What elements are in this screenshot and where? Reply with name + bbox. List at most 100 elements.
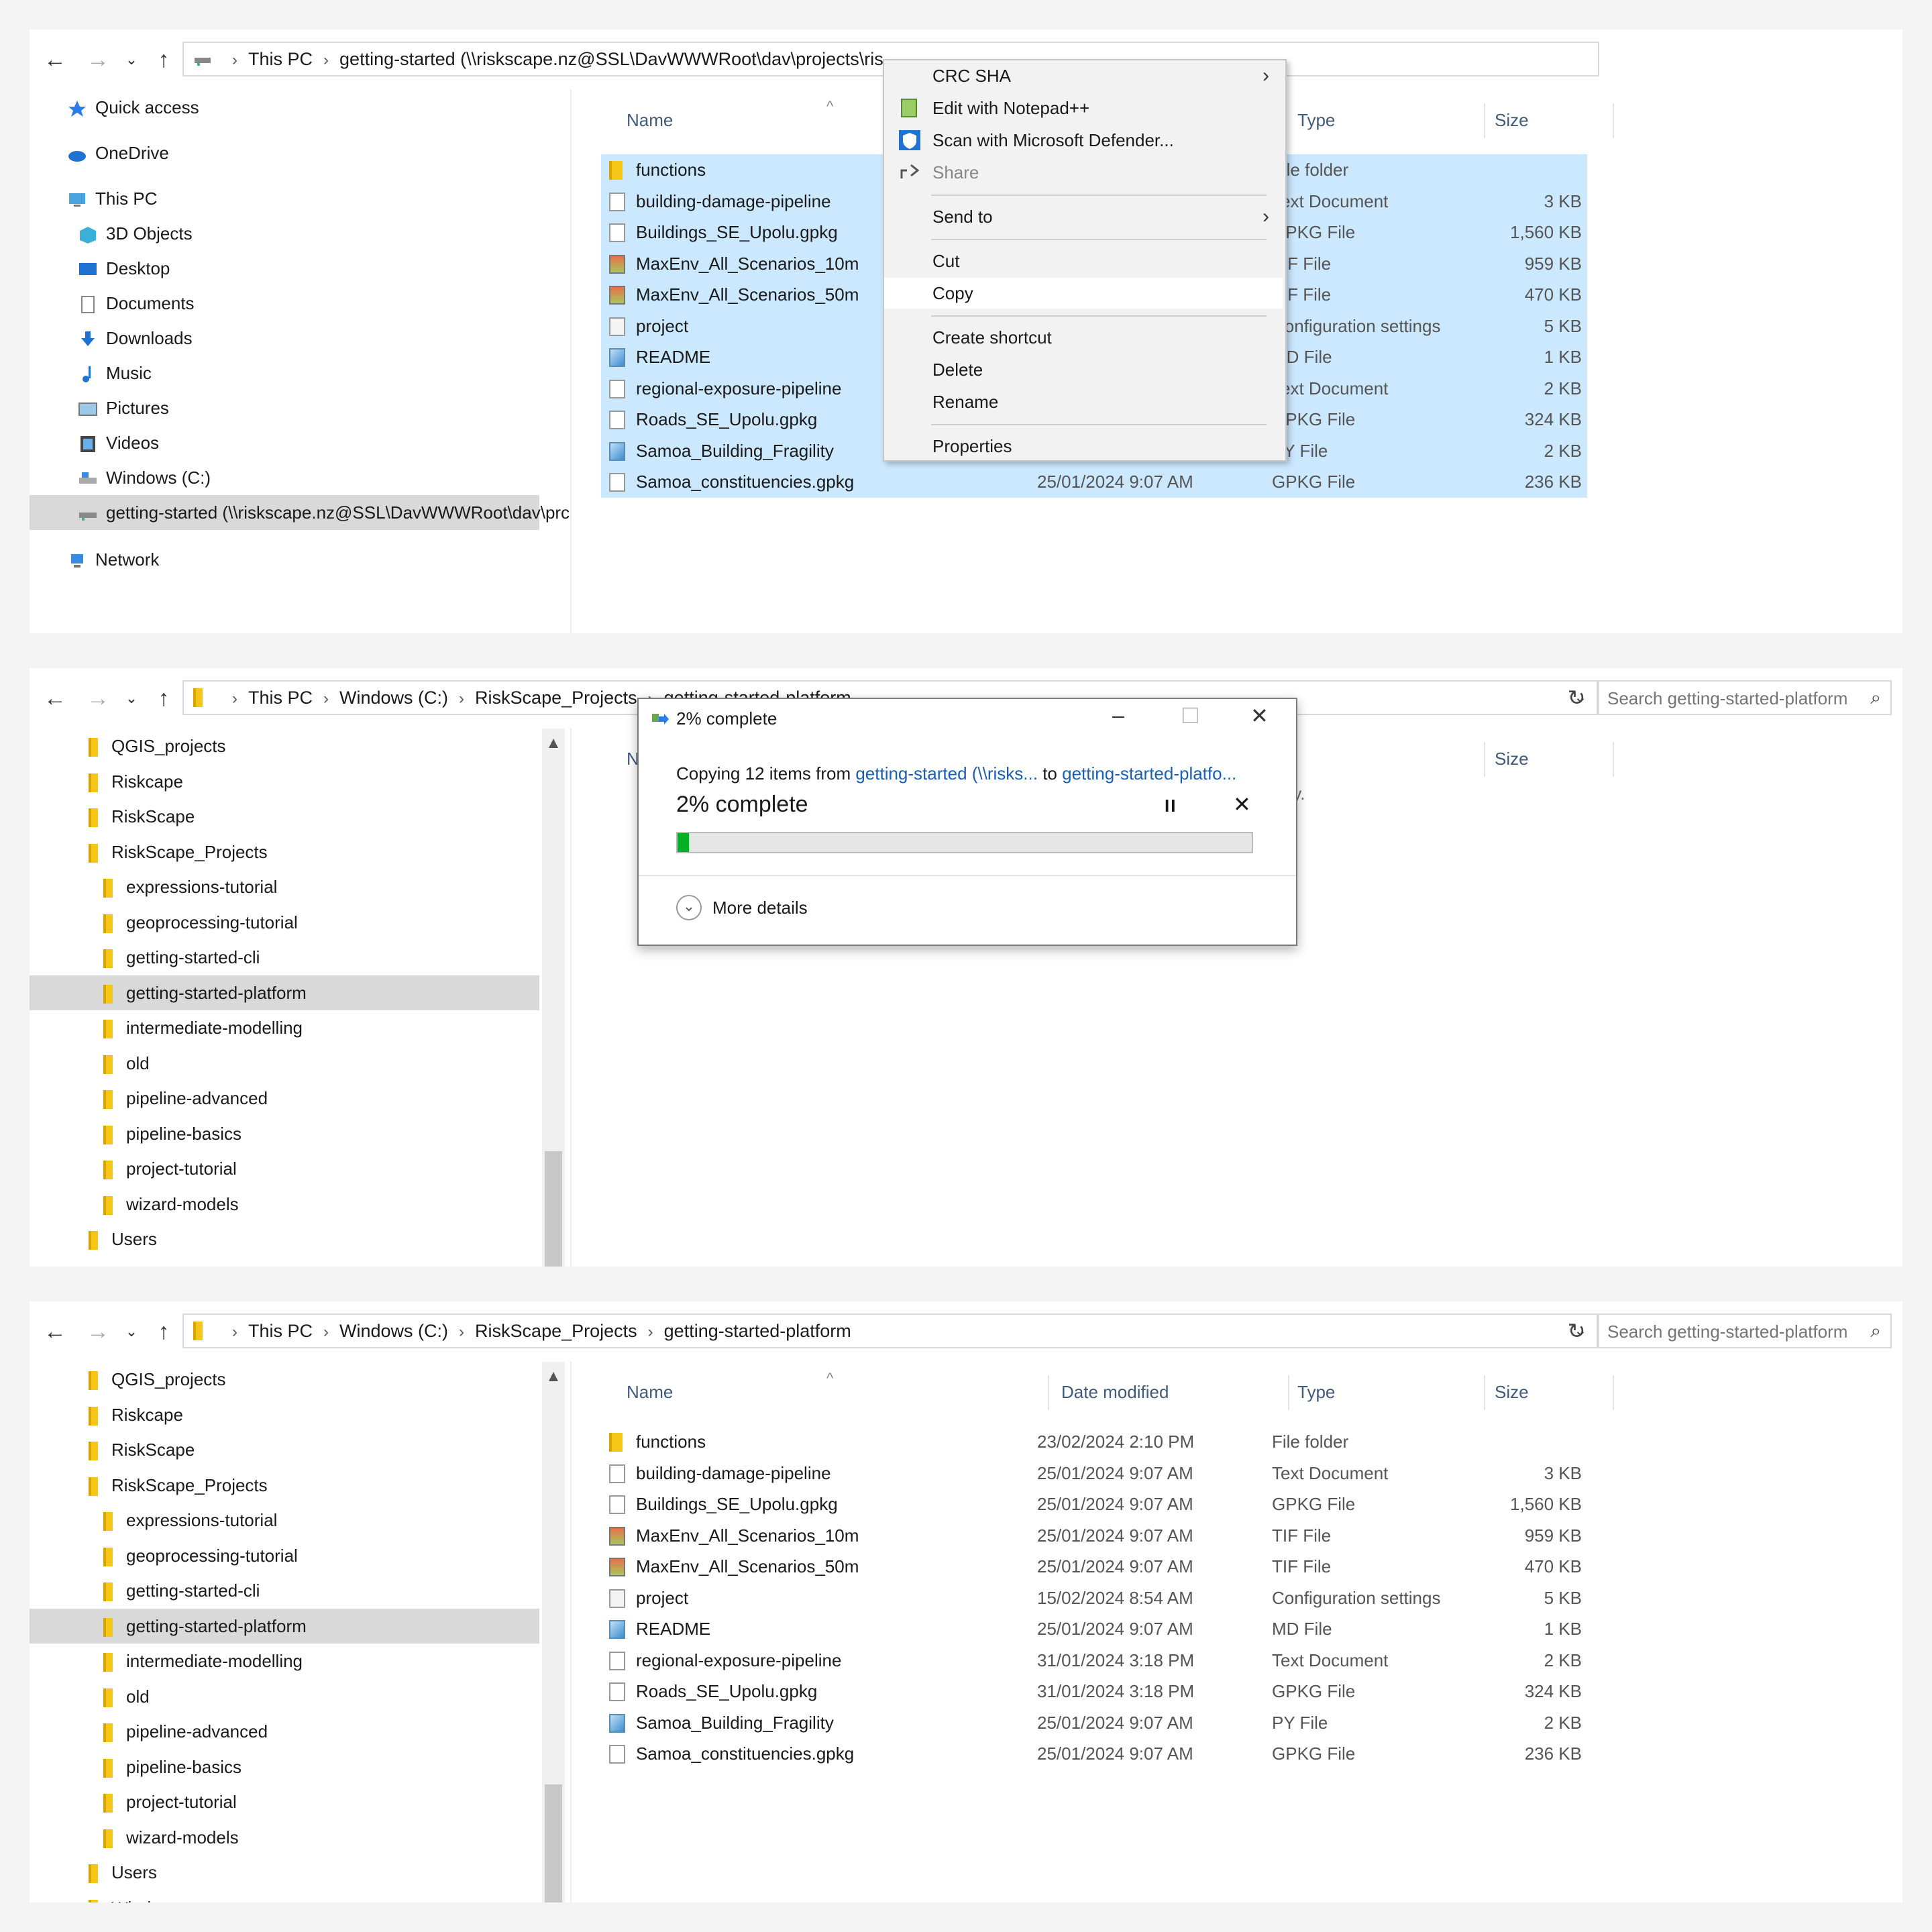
search-box[interactable]: ⌕ — [1597, 1313, 1892, 1348]
nav-pictures[interactable]: Pictures — [78, 390, 169, 425]
menu-item-copy[interactable]: Copy — [884, 278, 1283, 309]
tree-item[interactable]: pipeline-basics — [103, 1116, 241, 1151]
table-row[interactable]: Buildings_SE_Upolu.gpkg 25/01/2024 9:07 A… — [601, 1489, 1587, 1520]
address-bar[interactable]: › This PC › Windows (C:) › RiskScape_Projects… — [182, 1313, 1599, 1348]
tree-item[interactable]: getting-started-cli — [103, 1573, 260, 1608]
nav-desktop[interactable]: Desktop — [78, 251, 170, 286]
back-button[interactable]: ← — [43, 46, 67, 74]
menu-item-create-shortcut[interactable]: Create shortcut — [884, 322, 1283, 353]
column-header-date[interactable]: Date modified — [1061, 1382, 1169, 1403]
table-row[interactable]: MaxEnv_All_Scenarios_10m 25/01/2024 9:07 … — [601, 1520, 1587, 1552]
forward-button[interactable]: → — [86, 684, 110, 712]
tree-item[interactable]: Windows — [89, 1890, 182, 1902]
table-row[interactable]: Samoa_constituencies.gpkg 25/01/2024 9:07… — [601, 1738, 1587, 1770]
scroll-up-icon[interactable]: ▲ — [542, 734, 565, 753]
up-button[interactable]: ↑ — [152, 684, 176, 712]
tree-item[interactable]: Windows — [89, 1257, 182, 1267]
nav-quick-access[interactable]: Quick access — [67, 90, 199, 125]
tree-item[interactable]: Users — [89, 1222, 157, 1256]
column-header-size[interactable]: Size — [1495, 110, 1529, 131]
table-row[interactable]: building-damage-pipeline 25/01/2024 9:07 … — [601, 1458, 1587, 1489]
table-row[interactable]: Samoa_constituencies.gpkg 25/01/2024 9:07… — [601, 466, 1587, 498]
menu-item-send-to[interactable]: Send to › — [884, 201, 1283, 232]
tree-item[interactable]: pipeline-advanced — [103, 1714, 268, 1749]
tree-item[interactable]: wizard-models — [103, 1187, 239, 1222]
table-row[interactable]: Samoa_Building_Fragility 25/01/2024 9:07 … — [601, 1707, 1587, 1739]
menu-item-edit-with-notepad[interactable]: Edit with Notepad++ — [884, 93, 1283, 123]
breadcrumb-this-pc[interactable]: This PC — [248, 1321, 313, 1341]
menu-item-rename[interactable]: Rename — [884, 386, 1283, 417]
nav-scrollbar[interactable]: ▲ — [542, 729, 565, 1267]
nav-getting-started-network[interactable]: getting-started (\\riskscape.nz@SSL\DavW… — [30, 495, 570, 530]
menu-item-cut[interactable]: Cut — [884, 246, 1283, 276]
tree-item[interactable]: old — [103, 1046, 150, 1081]
minimize-button[interactable]: – — [1112, 703, 1124, 728]
column-header-name[interactable]: Name — [627, 1382, 673, 1403]
table-row[interactable]: functions 23/02/2024 2:10 PM File folder — [601, 1426, 1587, 1458]
table-row[interactable]: regional-exposure-pipeline 31/01/2024 3:1… — [601, 1645, 1587, 1676]
back-button[interactable]: ← — [43, 1318, 67, 1346]
table-row[interactable]: MaxEnv_All_Scenarios_50m 25/01/2024 9:07 … — [601, 1551, 1587, 1582]
scroll-up-icon[interactable]: ▲ — [542, 1367, 565, 1386]
menu-item-delete[interactable]: Delete — [884, 354, 1283, 385]
more-details-button[interactable]: More details — [712, 898, 808, 918]
nav-windows-c[interactable]: Windows (C:) — [78, 460, 211, 495]
tree-item[interactable]: old — [103, 1679, 150, 1714]
column-header-size[interactable]: Size — [1495, 1382, 1529, 1403]
chevron-down-icon[interactable]: ⌄ — [676, 895, 702, 920]
up-button[interactable]: ↑ — [152, 46, 176, 74]
tree-item[interactable]: intermediate-modelling — [103, 1644, 303, 1678]
source-link[interactable]: getting-started (\\risks... — [855, 763, 1038, 784]
search-box[interactable]: ⌕ — [1597, 680, 1892, 715]
tree-item[interactable]: wizard-models — [103, 1820, 239, 1855]
tree-item[interactable]: RiskScape_Projects — [89, 1468, 268, 1503]
nav-music[interactable]: Music — [78, 356, 152, 390]
up-button[interactable]: ↑ — [152, 1318, 176, 1346]
column-header-name[interactable]: Name — [627, 110, 673, 131]
table-row[interactable]: README 25/01/2024 9:07 AM MD File 1 KB — [601, 1613, 1587, 1645]
tree-item[interactable]: intermediate-modelling — [103, 1010, 303, 1045]
nav-downloads[interactable]: Downloads — [78, 321, 193, 356]
column-header-type[interactable]: Type — [1297, 110, 1335, 131]
menu-item-properties[interactable]: Properties — [884, 431, 1283, 462]
breadcrumb-this-pc[interactable]: This PC — [248, 688, 313, 708]
breadcrumb-windows-c[interactable]: Windows (C:) — [339, 688, 448, 708]
menu-item-scan-with-microsoft-defender[interactable]: Scan with Microsoft Defender... — [884, 125, 1283, 156]
tree-item[interactable]: QGIS_projects — [89, 729, 226, 763]
back-button[interactable]: ← — [43, 684, 67, 712]
tree-item[interactable]: RiskScape — [89, 1432, 195, 1467]
tree-item[interactable]: getting-started-cli — [103, 940, 260, 975]
nav-onedrive[interactable]: OneDrive — [67, 136, 169, 170]
nav-scrollbar[interactable]: ▲ — [542, 1362, 565, 1902]
refresh-icon[interactable]: ↻ — [1556, 680, 1597, 715]
breadcrumb-getting-started-platform[interactable]: getting-started-platform — [664, 1321, 851, 1341]
pause-button[interactable]: II — [1165, 796, 1177, 816]
tree-item[interactable]: pipeline-advanced — [103, 1081, 268, 1116]
tree-item[interactable]: Riskcape — [89, 764, 183, 799]
breadcrumb-riskscape-projects[interactable]: RiskScape_Projects — [475, 688, 637, 708]
recent-locations-chevron-icon[interactable]: ⌄ — [119, 684, 144, 712]
nav-documents[interactable]: Documents — [78, 286, 195, 321]
tree-item[interactable]: Riskcape — [89, 1397, 183, 1432]
nav-this-pc[interactable]: This PC — [67, 181, 157, 216]
search-input[interactable] — [1606, 1318, 1864, 1346]
tree-item[interactable]: geoprocessing-tutorial — [103, 1538, 298, 1573]
tree-item[interactable]: getting-started-platform — [30, 1608, 539, 1644]
tree-item[interactable]: getting-started-platform — [30, 975, 539, 1010]
breadcrumb-riskscape-projects[interactable]: RiskScape_Projects — [475, 1321, 637, 1341]
tree-item[interactable]: project-tutorial — [103, 1151, 237, 1186]
table-row[interactable]: project 15/02/2024 8:54 AM Configuration s… — [601, 1582, 1587, 1614]
recent-locations-chevron-icon[interactable]: ⌄ — [119, 1318, 144, 1346]
column-header-size[interactable]: Size — [1495, 749, 1529, 769]
recent-locations-chevron-icon[interactable]: ⌄ — [119, 46, 144, 74]
nav-3d-objects[interactable]: 3D Objects — [78, 216, 193, 251]
tree-item[interactable]: project-tutorial — [103, 1784, 237, 1819]
tree-item[interactable]: pipeline-basics — [103, 1750, 241, 1784]
close-button[interactable]: ✕ — [1250, 703, 1269, 729]
tree-item[interactable]: expressions-tutorial — [103, 869, 277, 904]
nav-videos[interactable]: Videos — [78, 425, 159, 460]
tree-item[interactable]: geoprocessing-tutorial — [103, 905, 298, 940]
search-input[interactable] — [1606, 684, 1864, 712]
cancel-copy-button[interactable]: ✕ — [1233, 792, 1251, 817]
column-header-type[interactable]: Type — [1297, 1382, 1335, 1403]
